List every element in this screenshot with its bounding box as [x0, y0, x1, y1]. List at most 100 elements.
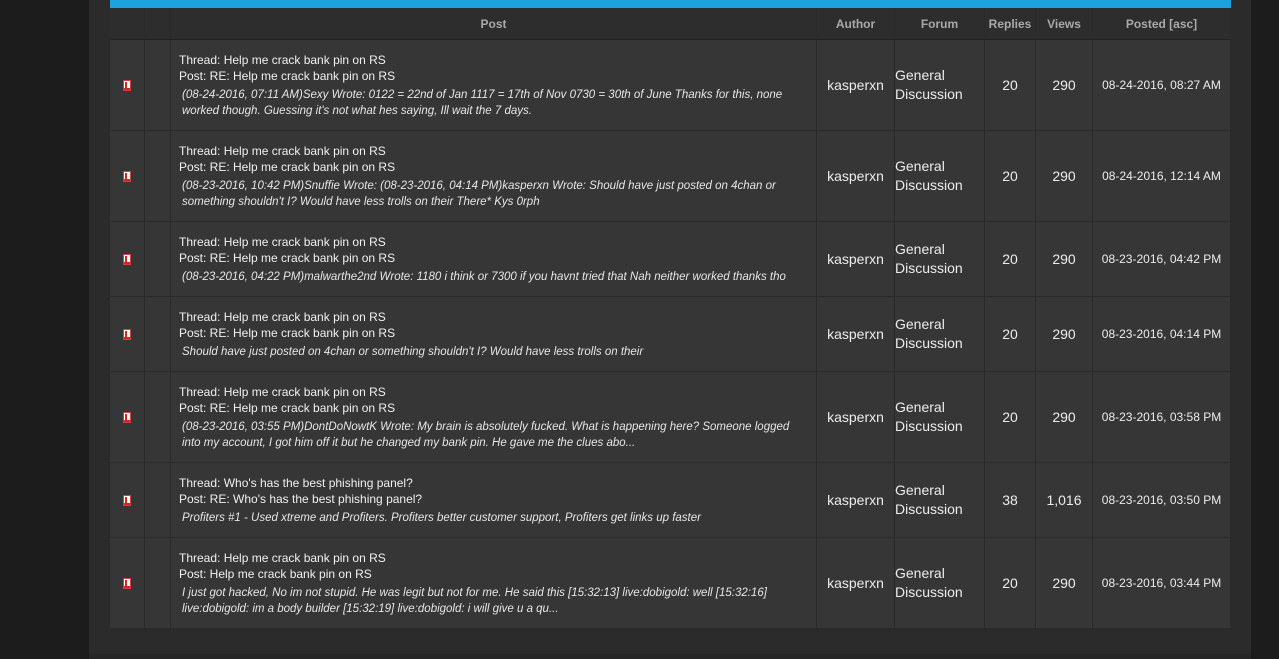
- forum-cell: General Discussion: [895, 131, 985, 222]
- posted-date: 08-23-2016, 03:50 PM: [1101, 493, 1222, 507]
- posted-cell: 08-23-2016, 04:14 PM: [1093, 297, 1231, 372]
- post-doc-icon: [123, 494, 131, 506]
- posted-date: 08-24-2016, 08:27 AM: [1102, 78, 1221, 92]
- post-cell: Thread: Help me crack bank pin on RS Pos…: [171, 372, 817, 463]
- row-icon-cell: [110, 297, 145, 372]
- author-link[interactable]: kasperxn: [827, 77, 884, 93]
- replies-cell: 20: [985, 297, 1036, 372]
- search-results-table: Post Author Forum Replies Views Posted […: [110, 8, 1231, 629]
- table-header-accent-bar: [110, 0, 1231, 8]
- forum-link[interactable]: General Discussion: [895, 481, 984, 519]
- post-link[interactable]: Post: RE: Help me crack bank pin on RS: [179, 68, 804, 84]
- forum-cell: General Discussion: [895, 222, 985, 297]
- header-post[interactable]: Post: [171, 8, 817, 40]
- row-spacer-cell: [145, 297, 171, 372]
- replies-count[interactable]: 20: [1002, 168, 1018, 184]
- thread-link[interactable]: Thread: Help me crack bank pin on RS: [179, 143, 804, 159]
- post-link[interactable]: Post: RE: Help me crack bank pin on RS: [179, 325, 643, 341]
- replies-count[interactable]: 20: [1002, 251, 1018, 267]
- views-count: 290: [1052, 575, 1076, 591]
- row-spacer-cell: [145, 372, 171, 463]
- post-cell: Thread: Help me crack bank pin on RS Pos…: [171, 131, 817, 222]
- post-doc-icon: [123, 79, 131, 91]
- posted-date: 08-24-2016, 12:14 AM: [1102, 169, 1221, 183]
- post-link[interactable]: Post: RE: Who's has the best phishing pa…: [179, 491, 701, 507]
- author-link[interactable]: kasperxn: [827, 575, 884, 591]
- views-count: 290: [1052, 168, 1076, 184]
- post-excerpt: Should have just posted on 4chan or some…: [182, 345, 644, 358]
- row-spacer-cell: [145, 222, 171, 297]
- replies-count[interactable]: 20: [1002, 326, 1018, 342]
- post-link[interactable]: Post: RE: Help me crack bank pin on RS: [179, 159, 804, 175]
- author-cell: kasperxn: [817, 372, 895, 463]
- replies-count[interactable]: 20: [1002, 575, 1018, 591]
- post-link[interactable]: Post: RE: Help me crack bank pin on RS: [179, 250, 786, 266]
- posted-cell: 08-24-2016, 08:27 AM: [1093, 40, 1231, 131]
- replies-cell: 20: [985, 222, 1036, 297]
- posted-date: 08-23-2016, 04:42 PM: [1101, 252, 1222, 266]
- author-cell: kasperxn: [817, 297, 895, 372]
- row-spacer-cell: [145, 40, 171, 131]
- author-link[interactable]: kasperxn: [827, 492, 884, 508]
- author-link[interactable]: kasperxn: [827, 326, 884, 342]
- views-cell: 290: [1036, 538, 1093, 629]
- post-link[interactable]: Post: Help me crack bank pin on RS: [179, 566, 804, 582]
- row-spacer-cell: [145, 131, 171, 222]
- post-excerpt: (08-23-2016, 04:22 PM)malwarthe2nd Wrote…: [182, 270, 786, 283]
- replies-count[interactable]: 20: [1002, 77, 1018, 93]
- post-doc-icon: [123, 577, 131, 589]
- header-views[interactable]: Views: [1036, 8, 1093, 40]
- forum-link[interactable]: General Discussion: [895, 157, 984, 195]
- replies-cell: 20: [985, 372, 1036, 463]
- thread-link[interactable]: Thread: Who's has the best phishing pane…: [179, 475, 701, 491]
- forum-link[interactable]: General Discussion: [895, 398, 984, 436]
- post-excerpt: I just got hacked, No im not stupid. He …: [182, 586, 767, 615]
- row-icon-cell: [110, 538, 145, 629]
- forum-cell: General Discussion: [895, 40, 985, 131]
- post-link[interactable]: Post: RE: Help me crack bank pin on RS: [179, 400, 804, 416]
- row-icon-cell: [110, 40, 145, 131]
- views-count: 290: [1052, 77, 1076, 93]
- posted-date: 08-23-2016, 03:44 PM: [1101, 576, 1222, 590]
- header-icon-col: [110, 8, 145, 40]
- views-count: 290: [1052, 326, 1076, 342]
- header-replies[interactable]: Replies: [985, 8, 1036, 40]
- post-doc-icon: [123, 328, 131, 340]
- post-doc-icon: [123, 411, 131, 423]
- posted-cell: 08-24-2016, 12:14 AM: [1093, 131, 1231, 222]
- thread-link[interactable]: Thread: Help me crack bank pin on RS: [179, 384, 804, 400]
- views-cell: 290: [1036, 131, 1093, 222]
- header-author[interactable]: Author: [817, 8, 895, 40]
- forum-link[interactable]: General Discussion: [895, 66, 984, 104]
- thread-link[interactable]: Thread: Help me crack bank pin on RS: [179, 309, 643, 325]
- author-link[interactable]: kasperxn: [827, 168, 884, 184]
- row-icon-cell: [110, 463, 145, 538]
- post-cell: Thread: Help me crack bank pin on RS Pos…: [171, 538, 817, 629]
- author-link[interactable]: kasperxn: [827, 251, 884, 267]
- forum-link[interactable]: General Discussion: [895, 240, 984, 278]
- posted-date: 08-23-2016, 04:14 PM: [1101, 327, 1222, 341]
- forum-cell: General Discussion: [895, 538, 985, 629]
- thread-link[interactable]: Thread: Help me crack bank pin on RS: [179, 234, 786, 250]
- row-icon-cell: [110, 372, 145, 463]
- forum-link[interactable]: General Discussion: [895, 315, 984, 353]
- author-cell: kasperxn: [817, 538, 895, 629]
- forum-cell: General Discussion: [895, 463, 985, 538]
- post-cell: Thread: Help me crack bank pin on RS Pos…: [171, 297, 817, 372]
- row-spacer-cell: [145, 538, 171, 629]
- thread-link[interactable]: Thread: Help me crack bank pin on RS: [179, 550, 804, 566]
- row-icon-cell: [110, 222, 145, 297]
- replies-count[interactable]: 38: [1002, 492, 1018, 508]
- header-forum[interactable]: Forum: [895, 8, 985, 40]
- post-doc-icon: [123, 170, 131, 182]
- replies-count[interactable]: 20: [1002, 409, 1018, 425]
- thread-link[interactable]: Thread: Help me crack bank pin on RS: [179, 52, 804, 68]
- header-posted[interactable]: Posted [asc]: [1093, 8, 1231, 40]
- panel-footer-strip: [89, 654, 1251, 659]
- author-link[interactable]: kasperxn: [827, 409, 884, 425]
- replies-cell: 20: [985, 131, 1036, 222]
- forum-link[interactable]: General Discussion: [895, 564, 984, 602]
- post-cell: Thread: Help me crack bank pin on RS Pos…: [171, 40, 817, 131]
- post-excerpt: Profiters #1 - Used xtreme and Profiters…: [182, 511, 701, 524]
- views-cell: 290: [1036, 297, 1093, 372]
